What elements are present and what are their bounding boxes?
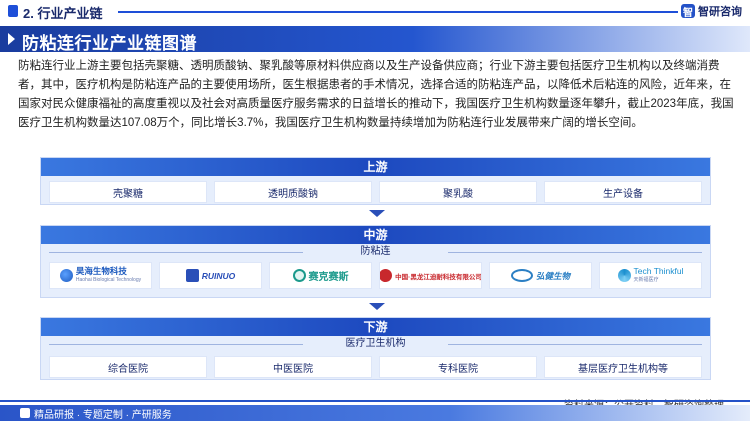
downstream-item: 基层医疗卫生机构等 — [544, 356, 702, 378]
intro-paragraph: 防粘连行业上游主要包括壳聚糖、透明质酸钠、聚乳酸等原材料供应商以及生产设备供应商… — [18, 60, 734, 129]
company-logo-saikesaisi: 赛克赛斯 — [269, 262, 372, 289]
ruinuo-logo-icon — [185, 269, 199, 282]
brand-name: 智研咨询 — [698, 6, 742, 18]
brand-logo-icon: 智 — [681, 4, 695, 19]
hongjian-logo-icon — [510, 269, 533, 282]
logo-name: RUINUO — [201, 270, 236, 281]
downstream-tier: 下游 医疗卫生机构 综合医院 中医医院 专科医院 基层医疗卫生机构等 — [40, 317, 711, 380]
footer-divider — [0, 400, 750, 402]
company-logo-dinai: 中国·黑龙江迪耐科技有限公司 — [379, 262, 482, 289]
brand[interactable]: 智 智研咨询 — [681, 3, 742, 19]
midstream-tier: 中游 防粘连 昊海生物科技 Haohai Biological Technolo… — [40, 225, 711, 298]
title-arrow-icon — [8, 33, 15, 45]
techthinkful-logo-icon — [617, 269, 631, 282]
company-logo-hongjian: 弘健生物 — [489, 262, 592, 289]
down-arrow-icon — [369, 303, 385, 310]
logo-name: Tech Thinkful — [633, 265, 684, 276]
upstream-item: 透明质酸钠 — [214, 181, 372, 203]
saikesaisi-logo-icon — [292, 269, 306, 282]
down-arrow-icon — [369, 210, 385, 217]
haohai-logo-icon — [59, 269, 73, 282]
company-logo-techthinkful: Tech Thinkful 天新福医疗 — [599, 262, 702, 289]
top-header: 2. 行业产业链 智 智研咨询 — [0, 0, 750, 24]
logo-sub: Haohai Biological Technology — [75, 276, 142, 283]
downstream-row: 综合医院 中医医院 专科医院 基层医疗卫生机构等 — [41, 356, 710, 378]
logo-name: 弘健生物 — [535, 270, 570, 281]
midstream-title: 中游 — [41, 226, 710, 244]
footer-bar: 精品研报 · 专题定制 · 产研服务 — [0, 405, 750, 421]
downstream-item: 中医医院 — [214, 356, 372, 378]
downstream-title: 下游 — [41, 318, 710, 336]
upstream-tier: 上游 壳聚糖 透明质酸钠 聚乳酸 生产设备 — [40, 157, 711, 205]
upstream-row: 壳聚糖 透明质酸钠 聚乳酸 生产设备 — [41, 181, 710, 203]
downstream-item: 专科医院 — [379, 356, 537, 378]
midstream-sub-label: 防粘连 — [41, 244, 710, 260]
section-label: 2. 行业产业链 — [23, 6, 103, 21]
section-marker-icon — [8, 5, 18, 17]
upstream-item: 生产设备 — [544, 181, 702, 203]
upstream-item: 聚乳酸 — [379, 181, 537, 203]
footer-text: 精品研报 · 专题定制 · 产研服务 — [34, 410, 172, 421]
upstream-item: 壳聚糖 — [49, 181, 207, 203]
downstream-item: 综合医院 — [49, 356, 207, 378]
company-logo-ruinuo: RUINUO — [159, 262, 262, 289]
footer-icon — [20, 408, 30, 418]
header-divider — [118, 11, 678, 13]
logo-name: 昊海生物科技 — [75, 265, 127, 276]
upstream-title: 上游 — [41, 158, 710, 176]
midstream-logo-row: 昊海生物科技 Haohai Biological Technology RUIN… — [41, 262, 710, 289]
company-logo-haohai: 昊海生物科技 Haohai Biological Technology — [49, 262, 152, 289]
logo-name: 中国·黑龙江迪耐科技有限公司 — [395, 273, 482, 281]
logo-name: 赛克赛斯 — [308, 272, 349, 283]
logo-sub: 天新福医疗 — [633, 276, 659, 283]
page-title: 防粘连行业产业链图谱 — [22, 34, 197, 53]
downstream-sub-label: 医疗卫生机构 — [41, 336, 710, 352]
title-bar: 防粘连行业产业链图谱 — [0, 26, 750, 53]
dinai-logo-icon — [380, 269, 393, 282]
